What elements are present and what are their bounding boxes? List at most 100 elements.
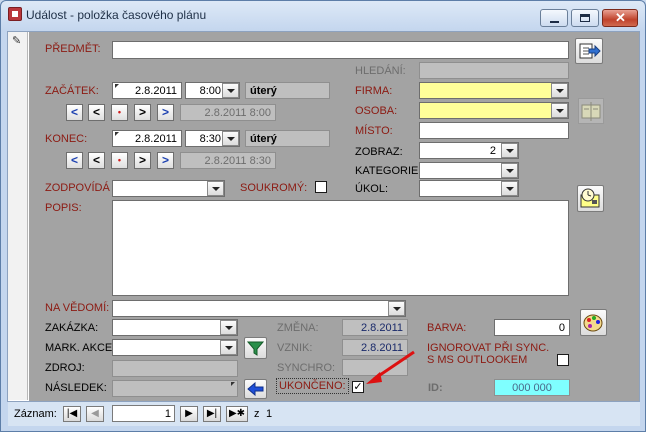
close-button[interactable]: ✕ <box>602 9 638 27</box>
open-nasledek-button[interactable] <box>244 379 267 399</box>
schedule-button[interactable] <box>577 185 604 212</box>
record-of-label: z <box>254 408 260 420</box>
ignorovat-checkbox[interactable] <box>557 354 569 366</box>
new-record-button[interactable]: ▶✱ <box>226 406 248 422</box>
nasledek-label: NÁSLEDEK: <box>45 382 107 394</box>
first-record-icon: |◀ <box>66 408 78 419</box>
zacatek-day: úterý <box>245 82 330 99</box>
zacatek-date-input[interactable]: 2.8.2011 <box>112 82 182 99</box>
ukonceno-label: UKONČENO: <box>276 378 349 394</box>
popis-label: POPIS: <box>45 202 82 214</box>
na-vedomi-dropdown[interactable] <box>388 301 405 316</box>
firma-label: FIRMA: <box>355 85 393 97</box>
zakazka-label: ZAKÁZKA: <box>45 322 99 334</box>
window-title: Událost - položka časového plánu <box>26 8 207 22</box>
konec-date-input[interactable]: 2.8.2011 <box>112 130 182 147</box>
konec-last-button[interactable]: > <box>157 152 174 169</box>
previous-record-icon: ◀ <box>91 408 99 419</box>
pencil-icon: ✎ <box>12 35 22 47</box>
konec-first-button[interactable]: < <box>66 152 83 169</box>
date-corner-mark <box>115 132 119 136</box>
record-selector[interactable]: ✎ <box>8 32 28 400</box>
color-picker-button[interactable] <box>580 309 607 336</box>
filter-button[interactable] <box>244 337 267 359</box>
konec-display: 2.8.2011 8:30 <box>180 152 276 169</box>
konec-today-button[interactable]: • <box>111 152 128 169</box>
mark-akce-label: MARK. AKCE <box>45 342 113 354</box>
palette-icon <box>583 314 603 332</box>
previous-record-button[interactable]: ◀ <box>86 406 104 422</box>
osoba-dropdown[interactable] <box>551 103 568 118</box>
export-arrow-icon <box>579 43 601 59</box>
osoba-combo[interactable] <box>419 102 569 119</box>
konec-label: KONEC: <box>45 133 88 145</box>
zacatek-time-dropdown[interactable] <box>222 83 239 98</box>
last-record-icon: ▶| <box>206 408 218 419</box>
zakazka-dropdown[interactable] <box>220 320 237 335</box>
firma-combo[interactable] <box>419 82 569 99</box>
clock-calendar-icon <box>580 188 600 208</box>
contact-card-icon <box>581 102 601 121</box>
next-record-icon: ▶ <box>185 408 193 419</box>
export-button[interactable] <box>575 38 603 64</box>
mark-akce-dropdown[interactable] <box>220 340 237 355</box>
close-icon: ✕ <box>615 10 626 25</box>
barva-input[interactable]: 0 <box>494 319 570 336</box>
ignorovat-label-line1: IGNOROVAT PŘI SYNC. <box>427 342 550 354</box>
contact-card-button[interactable] <box>578 98 604 124</box>
id-value: 000 000 <box>494 379 570 396</box>
osoba-label: OSOBA: <box>355 105 398 117</box>
zacatek-display: 2.8.2011 8:00 <box>180 104 276 121</box>
predmet-input[interactable] <box>112 41 569 59</box>
zobraz-label: ZOBRAZ: <box>355 146 403 158</box>
zacatek-last-button[interactable]: > <box>157 104 174 121</box>
firma-dropdown[interactable] <box>551 83 568 98</box>
konec-prev-button[interactable]: < <box>88 152 105 169</box>
konec-time-dropdown[interactable] <box>222 131 239 146</box>
app-form-icon <box>8 7 22 21</box>
annotation-arrow <box>366 350 415 384</box>
hledani-field <box>419 62 569 79</box>
zmena-value: 2.8.2011 <box>342 319 408 336</box>
vznik-label: VZNIK: <box>277 342 313 354</box>
zacatek-today-button[interactable]: • <box>111 104 128 121</box>
soukromy-checkbox[interactable] <box>315 181 327 193</box>
misto-input[interactable] <box>419 122 569 139</box>
current-record-input[interactable]: 1 <box>112 405 175 422</box>
zacatek-next-button[interactable]: > <box>134 104 151 121</box>
konec-next-button[interactable]: > <box>134 152 151 169</box>
na-vedomi-combo[interactable] <box>112 300 406 317</box>
konec-day: úterý <box>245 130 330 147</box>
minimize-button[interactable] <box>540 9 568 27</box>
record-label: Záznam: <box>14 408 57 420</box>
na-vedomi-label: NA VĚDOMÍ: <box>45 302 110 314</box>
next-record-button[interactable]: ▶ <box>180 406 198 422</box>
zodpovida-dropdown[interactable] <box>207 181 224 196</box>
kategorie-dropdown[interactable] <box>501 163 518 178</box>
zacatek-prev-button[interactable]: < <box>88 104 105 121</box>
zdroj-field <box>112 360 238 377</box>
zmena-label: ZMĚNA: <box>277 322 319 334</box>
zodpovida-label: ZODPOVÍDÁ <box>45 182 110 194</box>
kategorie-label: KATEGORIE: <box>355 165 422 177</box>
predmet-label: PŘEDMĚT: <box>45 43 101 55</box>
id-label: ID: <box>428 382 443 394</box>
first-record-button[interactable]: |◀ <box>63 406 81 422</box>
ukol-dropdown[interactable] <box>501 181 518 196</box>
barva-label: BARVA: <box>427 322 467 334</box>
zacatek-label: ZAČÁTEK: <box>45 85 99 97</box>
zdroj-label: ZDROJ: <box>45 362 85 374</box>
minimize-icon <box>550 21 559 23</box>
misto-label: MÍSTO: <box>355 125 393 137</box>
ukol-label: ÚKOL: <box>355 183 389 195</box>
popis-textarea[interactable] <box>112 200 569 296</box>
zobraz-dropdown[interactable] <box>501 143 518 158</box>
nasledek-field <box>112 380 238 397</box>
new-record-icon: ▶✱ <box>228 408 246 419</box>
record-total: 1 <box>266 408 273 420</box>
zacatek-first-button[interactable]: < <box>66 104 83 121</box>
date-corner-mark <box>115 84 119 88</box>
maximize-button[interactable] <box>571 9 599 27</box>
last-record-button[interactable]: ▶| <box>203 406 221 422</box>
synchro-label: SYNCHRO: <box>277 362 336 374</box>
